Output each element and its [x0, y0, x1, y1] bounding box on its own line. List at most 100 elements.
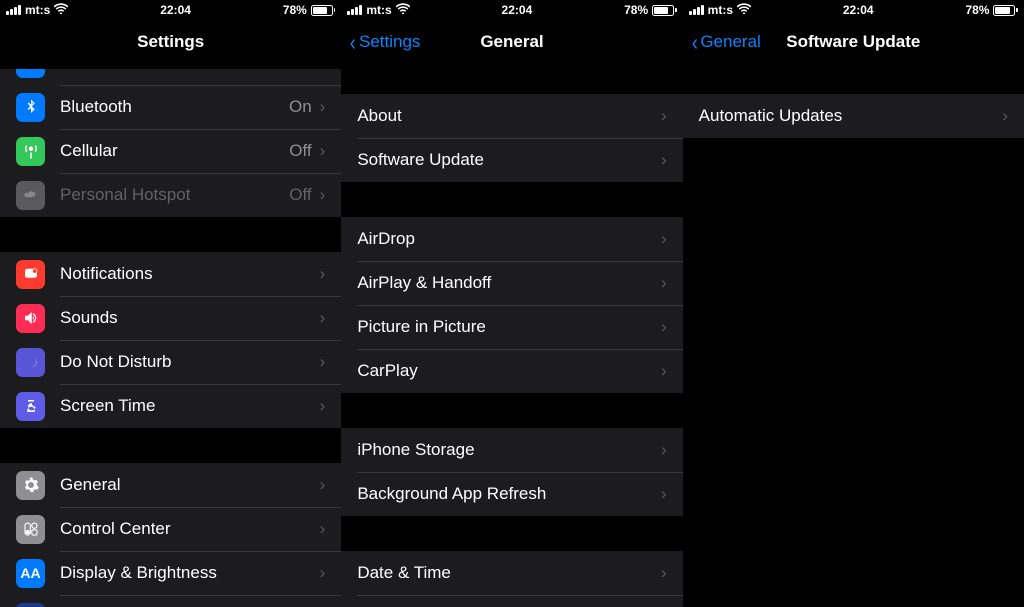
chevron-right-icon: › [661, 273, 667, 293]
homescreen-icon [16, 603, 45, 607]
battery-icon [311, 5, 336, 16]
chevron-right-icon: › [661, 563, 667, 583]
chevron-left-icon: ‹ [350, 31, 356, 54]
chevron-right-icon: › [320, 475, 326, 495]
battery-icon [993, 5, 1018, 16]
chevron-right-icon: › [320, 396, 326, 416]
row-software-update[interactable]: Software Update› [341, 138, 682, 182]
chevron-right-icon: › [661, 150, 667, 170]
dnd-icon [16, 348, 45, 377]
row-date-time[interactable]: Date & Time› [341, 551, 682, 595]
hotspot-icon [16, 181, 45, 210]
row-automatic-updates[interactable]: Automatic Updates› [683, 94, 1024, 138]
row-airdrop[interactable]: AirDrop› [341, 217, 682, 261]
back-label: General [700, 32, 760, 52]
row-wifi-partial[interactable] [0, 69, 341, 85]
chevron-right-icon: › [661, 229, 667, 249]
chevron-right-icon: › [320, 308, 326, 328]
control-center-icon [16, 515, 45, 544]
status-bar: mt:s 22:04 78% [0, 0, 341, 20]
screen-settings: mt:s 22:04 78% Settings Bluetooth On › C… [0, 0, 341, 607]
row-sounds[interactable]: Sounds › [0, 296, 341, 340]
back-button[interactable]: ‹General [683, 31, 761, 54]
chevron-right-icon: › [661, 484, 667, 504]
row-airplay[interactable]: AirPlay & Handoff› [341, 261, 682, 305]
chevron-right-icon: › [661, 106, 667, 126]
row-cellular[interactable]: Cellular Off › [0, 129, 341, 173]
chevron-right-icon: › [320, 264, 326, 284]
row-label: Notifications [60, 264, 320, 284]
row-label: Background App Refresh [357, 484, 661, 504]
carrier-label: mt:s [708, 3, 733, 17]
chevron-right-icon: › [320, 519, 326, 539]
row-label: Do Not Disturb [60, 352, 320, 372]
row-iphone-storage[interactable]: iPhone Storage› [341, 428, 682, 472]
row-home-screen[interactable]: Home Screen › [0, 595, 341, 607]
row-value: On [289, 97, 312, 117]
status-time: 22:04 [502, 3, 533, 17]
nav-bar: ‹Settings General [341, 20, 682, 64]
row-about[interactable]: About› [341, 94, 682, 138]
signal-icon [689, 5, 704, 15]
wifi-icon [396, 3, 410, 17]
row-do-not-disturb[interactable]: Do Not Disturb › [0, 340, 341, 384]
wifi-icon [54, 3, 68, 17]
screen-general: mt:s 22:04 78% ‹Settings General About› … [341, 0, 682, 607]
row-label: Software Update [357, 150, 661, 170]
row-label: AirPlay & Handoff [357, 273, 661, 293]
chevron-right-icon: › [661, 440, 667, 460]
chevron-right-icon: › [320, 185, 326, 205]
row-label: About [357, 106, 661, 126]
row-value: Off [289, 141, 311, 161]
screen-software-update: mt:s 22:04 78% ‹General Software Update … [683, 0, 1024, 607]
row-label: Screen Time [60, 396, 320, 416]
nav-bar: ‹General Software Update [683, 20, 1024, 64]
row-label: CarPlay [357, 361, 661, 381]
row-label: Automatic Updates [699, 106, 1003, 126]
battery-pct: 78% [965, 3, 989, 17]
chevron-right-icon: › [320, 563, 326, 583]
row-screen-time[interactable]: Screen Time › [0, 384, 341, 428]
row-personal-hotspot[interactable]: Personal Hotspot Off › [0, 173, 341, 217]
row-label: Sounds [60, 308, 320, 328]
row-label: AirDrop [357, 229, 661, 249]
row-control-center[interactable]: Control Center › [0, 507, 341, 551]
nav-bar: Settings [0, 20, 341, 64]
row-bg-app-refresh[interactable]: Background App Refresh› [341, 472, 682, 516]
cellular-icon [16, 137, 45, 166]
row-label: Display & Brightness [60, 563, 320, 583]
row-label: General [60, 475, 320, 495]
row-label: Date & Time [357, 563, 661, 583]
back-button[interactable]: ‹Settings [341, 31, 420, 54]
row-keyboard[interactable]: Keyboard› [341, 595, 682, 607]
status-bar: mt:s 22:04 78% [341, 0, 682, 20]
chevron-right-icon: › [320, 97, 326, 117]
chevron-right-icon: › [320, 352, 326, 372]
notifications-icon [16, 260, 45, 289]
row-general[interactable]: General › [0, 463, 341, 507]
chevron-right-icon: › [661, 361, 667, 381]
row-display-brightness[interactable]: AA Display & Brightness › [0, 551, 341, 595]
row-value: Off [289, 185, 311, 205]
row-label: iPhone Storage [357, 440, 661, 460]
wifi-icon [737, 3, 751, 17]
chevron-left-icon: ‹ [691, 31, 697, 54]
battery-pct: 78% [283, 3, 307, 17]
wifi-row-icon [16, 69, 45, 78]
display-icon: AA [16, 559, 45, 588]
bluetooth-icon [16, 93, 45, 122]
row-label: Personal Hotspot [60, 185, 289, 205]
sounds-icon [16, 304, 45, 333]
signal-icon [347, 5, 362, 15]
row-label: Picture in Picture [357, 317, 661, 337]
battery-icon [652, 5, 677, 16]
row-notifications[interactable]: Notifications › [0, 252, 341, 296]
battery-pct: 78% [624, 3, 648, 17]
row-label: Cellular [60, 141, 289, 161]
status-time: 22:04 [843, 3, 874, 17]
row-bluetooth[interactable]: Bluetooth On › [0, 85, 341, 129]
row-carplay[interactable]: CarPlay› [341, 349, 682, 393]
screentime-icon [16, 392, 45, 421]
row-pip[interactable]: Picture in Picture› [341, 305, 682, 349]
carrier-label: mt:s [25, 3, 50, 17]
